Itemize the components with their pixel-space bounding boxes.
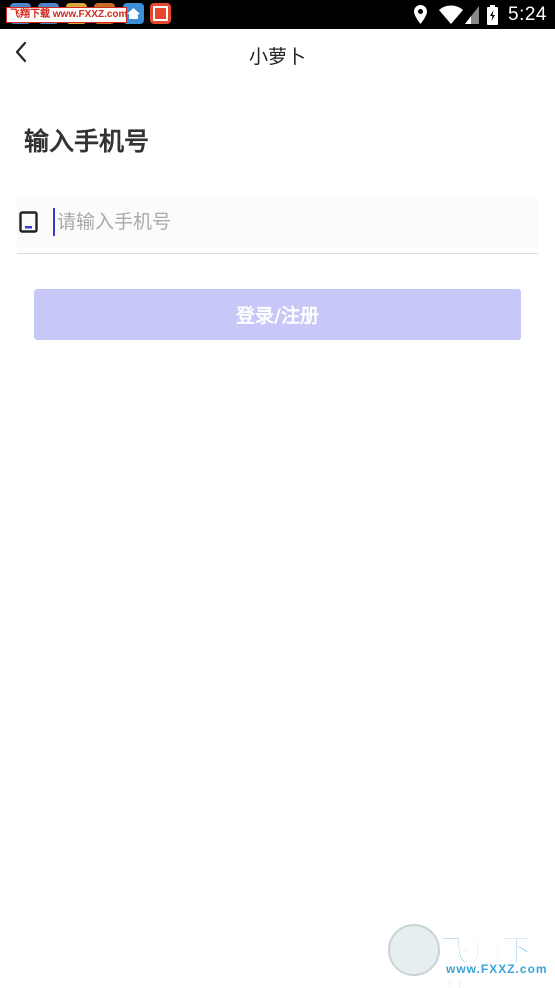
signal-icon (465, 5, 480, 24)
watermark-tag: 飞翔下载 www.FXXZ.com (6, 7, 127, 23)
app-icon (150, 3, 171, 24)
status-bar-right: 5:24 (414, 0, 547, 29)
app-screen: 飞翔下载 www.FXXZ.com 5:24 小萝卜 输入手机号 请输入手机号 … (0, 0, 555, 988)
status-bar: 飞翔下载 www.FXXZ.com 5:24 (0, 0, 555, 29)
watermark-logo: 飞翔下载 www.FXXZ.com (388, 924, 548, 988)
login-register-button[interactable]: 登录/注册 (34, 289, 521, 340)
phone-field[interactable] (17, 197, 538, 247)
phone-icon (19, 211, 39, 233)
phone-input[interactable] (57, 202, 457, 242)
input-divider (17, 253, 538, 254)
status-time: 5:24 (508, 3, 547, 25)
watermark-url: www.FXXZ.com (446, 962, 548, 976)
nav-title: 小萝卜 (248, 46, 306, 68)
text-caret (53, 208, 55, 236)
page-heading: 输入手机号 (24, 127, 150, 156)
battery-icon (487, 4, 499, 25)
watermark-logo-text: 飞翔下载 (440, 935, 533, 988)
nav-bar: 小萝卜 (0, 29, 555, 79)
wifi-icon (439, 5, 464, 24)
watermark-circle-icon (388, 924, 440, 976)
location-icon (414, 5, 428, 24)
